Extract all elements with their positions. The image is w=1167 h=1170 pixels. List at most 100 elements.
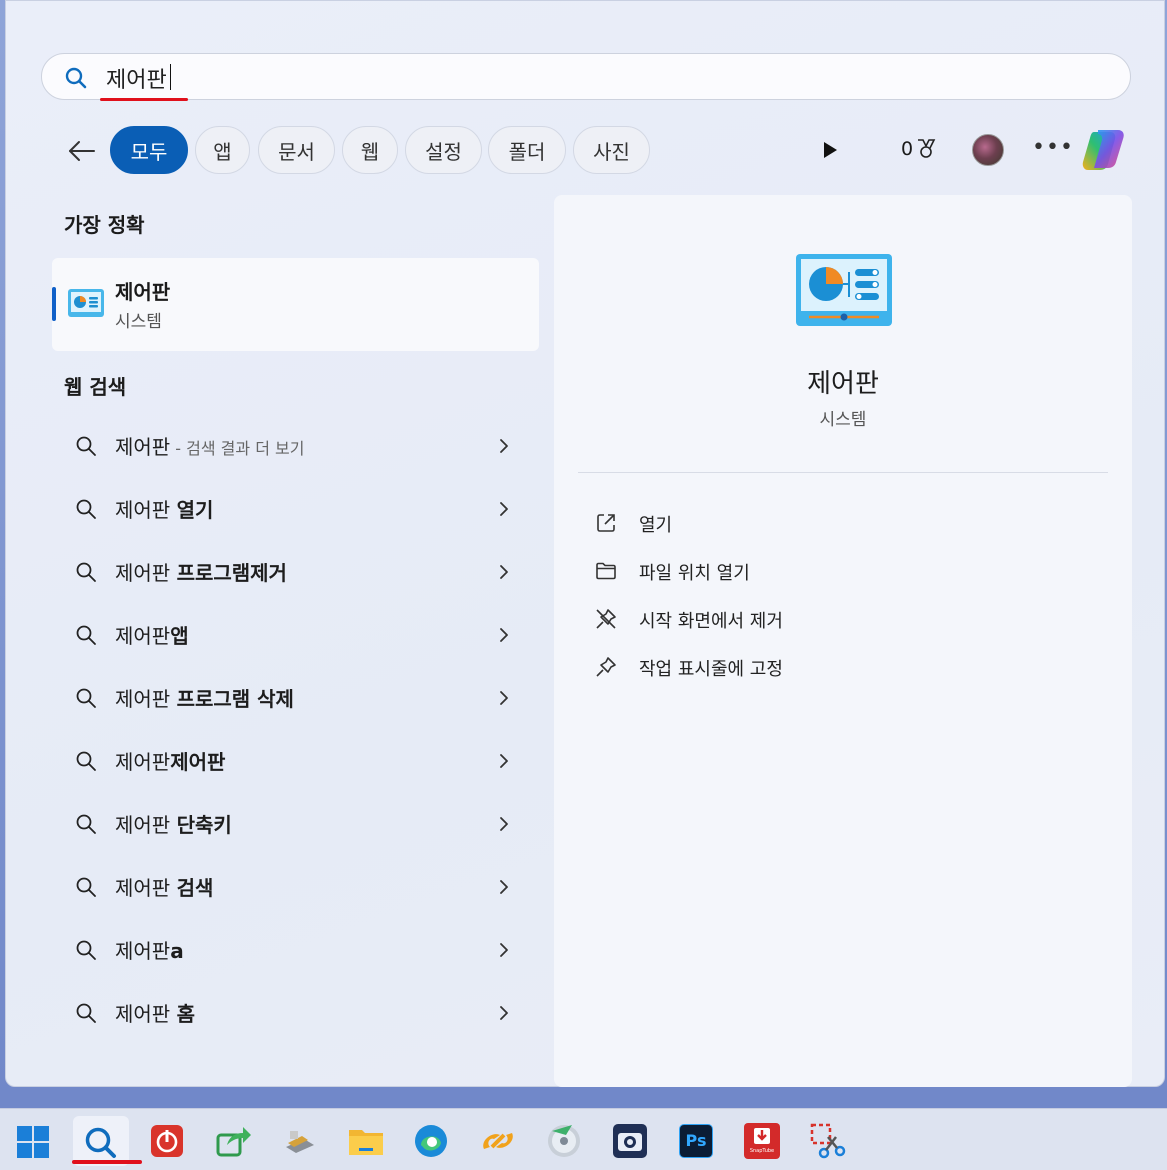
web-search-prefix: 제어판 [115, 813, 177, 837]
web-search-prefix: 제어판 [115, 624, 171, 648]
search-icon [76, 751, 96, 771]
power-app-icon[interactable] [147, 1121, 187, 1161]
search-icon [76, 436, 96, 456]
search-icon [65, 67, 87, 89]
web-search-suggestion: 검색 [176, 876, 214, 900]
medal-icon [918, 139, 936, 158]
web-search-item[interactable]: 제어판 열기 [52, 481, 539, 537]
windows-start-icon[interactable] [14, 1121, 54, 1161]
snaptube-label: SnapTube [749, 1148, 775, 1154]
filter-web[interactable]: 웹 [342, 126, 398, 174]
action-unpin-start[interactable]: 시작 화면에서 제거 [594, 599, 994, 639]
action-open-file-location[interactable]: 파일 위치 열기 [594, 551, 994, 591]
web-search-item[interactable]: 제어판 검색 [52, 859, 539, 915]
action-open-label: 열기 [639, 515, 673, 536]
web-search-item[interactable]: 제어판제어판 [52, 733, 539, 789]
web-search-prefix: 제어판 [115, 561, 177, 585]
web-search-suggestion: 제어판 [170, 750, 226, 774]
chevron-right-icon [500, 628, 508, 642]
web-search-item-text: 제어판 열기 [115, 494, 213, 523]
chevron-right-icon [500, 817, 508, 831]
snaptube-icon[interactable]: SnapTube [742, 1121, 782, 1161]
web-search-hint: - 검색 결과 더 보기 [170, 439, 305, 458]
web-search-item[interactable]: 제어판앱 [52, 607, 539, 663]
selection-indicator [52, 287, 56, 321]
filter-documents[interactable]: 문서 [258, 126, 335, 174]
avatar[interactable] [972, 134, 1004, 166]
action-open-file-location-label: 파일 위치 열기 [639, 563, 750, 584]
web-search-item[interactable]: 제어판 - 검색 결과 더 보기 [52, 418, 539, 474]
more-options-icon[interactable]: ••• [1032, 135, 1074, 160]
share-arrow-icon[interactable] [213, 1121, 253, 1161]
snipping-tool-icon[interactable] [808, 1121, 848, 1161]
web-search-prefix: 제어판 [115, 939, 171, 963]
web-search-suggestion: a [170, 939, 184, 963]
search-box[interactable]: 제어판 [41, 53, 1131, 101]
search-icon [76, 625, 96, 645]
web-search-heading: 웹 검색 [64, 375, 127, 399]
file-explorer-icon[interactable] [346, 1121, 386, 1161]
web-search-suggestion: 앱 [170, 624, 189, 648]
snaptube-background: SnapTube [744, 1123, 780, 1159]
web-search-suggestion: 홈 [176, 1002, 195, 1026]
web-search-item-text: 제어판앱 [115, 620, 189, 649]
photoshop-label: Ps [679, 1124, 713, 1158]
taskbar-search-button[interactable] [73, 1116, 129, 1166]
web-search-item-text: 제어판 단축키 [115, 809, 232, 838]
control-panel-icon [68, 289, 104, 317]
unpin-icon [596, 609, 616, 629]
web-search-item[interactable]: 제어판 단축키 [52, 796, 539, 852]
search-panel: 제어판 모두 앱 문서 웹 설정 폴더 사진 0 ••• 가장 정확 제어판 시… [5, 0, 1165, 1087]
usb-drive-icon[interactable] [280, 1121, 320, 1161]
copilot-icon[interactable] [1080, 128, 1126, 172]
web-search-suggestion: 열기 [176, 498, 214, 522]
web-search-item-text: 제어판제어판 [115, 746, 225, 775]
web-search-item[interactable]: 제어판 홈 [52, 985, 539, 1041]
filter-folders[interactable]: 폴더 [488, 126, 566, 174]
best-match-type: 시스템 [115, 312, 162, 332]
web-search-item[interactable]: 제어판 프로그램 삭제 [52, 670, 539, 726]
disc-burner-icon[interactable] [544, 1121, 584, 1161]
download-arrow-icon [754, 1128, 770, 1144]
rewards-points[interactable]: 0 [901, 138, 937, 160]
taskbar: Ps SnapTube [0, 1108, 1167, 1170]
action-open[interactable]: 열기 [594, 503, 994, 543]
photoshop-icon[interactable]: Ps [676, 1121, 716, 1161]
web-search-prefix: 제어판 [115, 435, 171, 459]
web-search-item-text: 제어판 검색 [115, 872, 213, 901]
web-search-prefix: 제어판 [115, 498, 177, 522]
action-pin-taskbar[interactable]: 작업 표시줄에 고정 [594, 647, 994, 687]
chevron-right-icon [500, 1006, 508, 1020]
action-pin-taskbar-label: 작업 표시줄에 고정 [639, 659, 783, 680]
web-search-prefix: 제어판 [115, 687, 177, 711]
edge-icon[interactable] [411, 1121, 451, 1161]
web-search-item[interactable]: 제어판 프로그램제거 [52, 544, 539, 600]
camera-app-icon[interactable] [610, 1121, 650, 1161]
link-app-icon[interactable] [478, 1121, 518, 1161]
rewards-count: 0 [901, 138, 914, 160]
play-icon[interactable] [822, 141, 838, 159]
chevron-right-icon [500, 943, 508, 957]
search-input[interactable]: 제어판 [106, 62, 167, 94]
web-search-item-text: 제어판 - 검색 결과 더 보기 [115, 431, 304, 460]
spellcheck-underline [100, 98, 188, 101]
chevron-right-icon [500, 439, 508, 453]
web-search-prefix: 제어판 [115, 1002, 177, 1026]
back-arrow-icon[interactable] [64, 133, 100, 169]
web-search-item[interactable]: 제어판a [52, 922, 539, 978]
folder-icon [596, 562, 616, 580]
best-match-result[interactable]: 제어판 시스템 [52, 258, 539, 351]
control-panel-large-icon [796, 254, 892, 326]
divider [578, 472, 1108, 473]
best-match-heading: 가장 정확 [64, 213, 145, 237]
chevron-right-icon [500, 691, 508, 705]
search-icon [76, 499, 96, 519]
filter-apps[interactable]: 앱 [195, 126, 250, 174]
text-caret [170, 64, 171, 90]
filter-settings[interactable]: 설정 [405, 126, 482, 174]
best-match-name: 제어판 [115, 280, 171, 304]
filter-all[interactable]: 모두 [110, 126, 188, 174]
web-search-item-text: 제어판 홈 [115, 998, 195, 1027]
pin-icon [596, 657, 616, 677]
filter-photos[interactable]: 사진 [573, 126, 650, 174]
